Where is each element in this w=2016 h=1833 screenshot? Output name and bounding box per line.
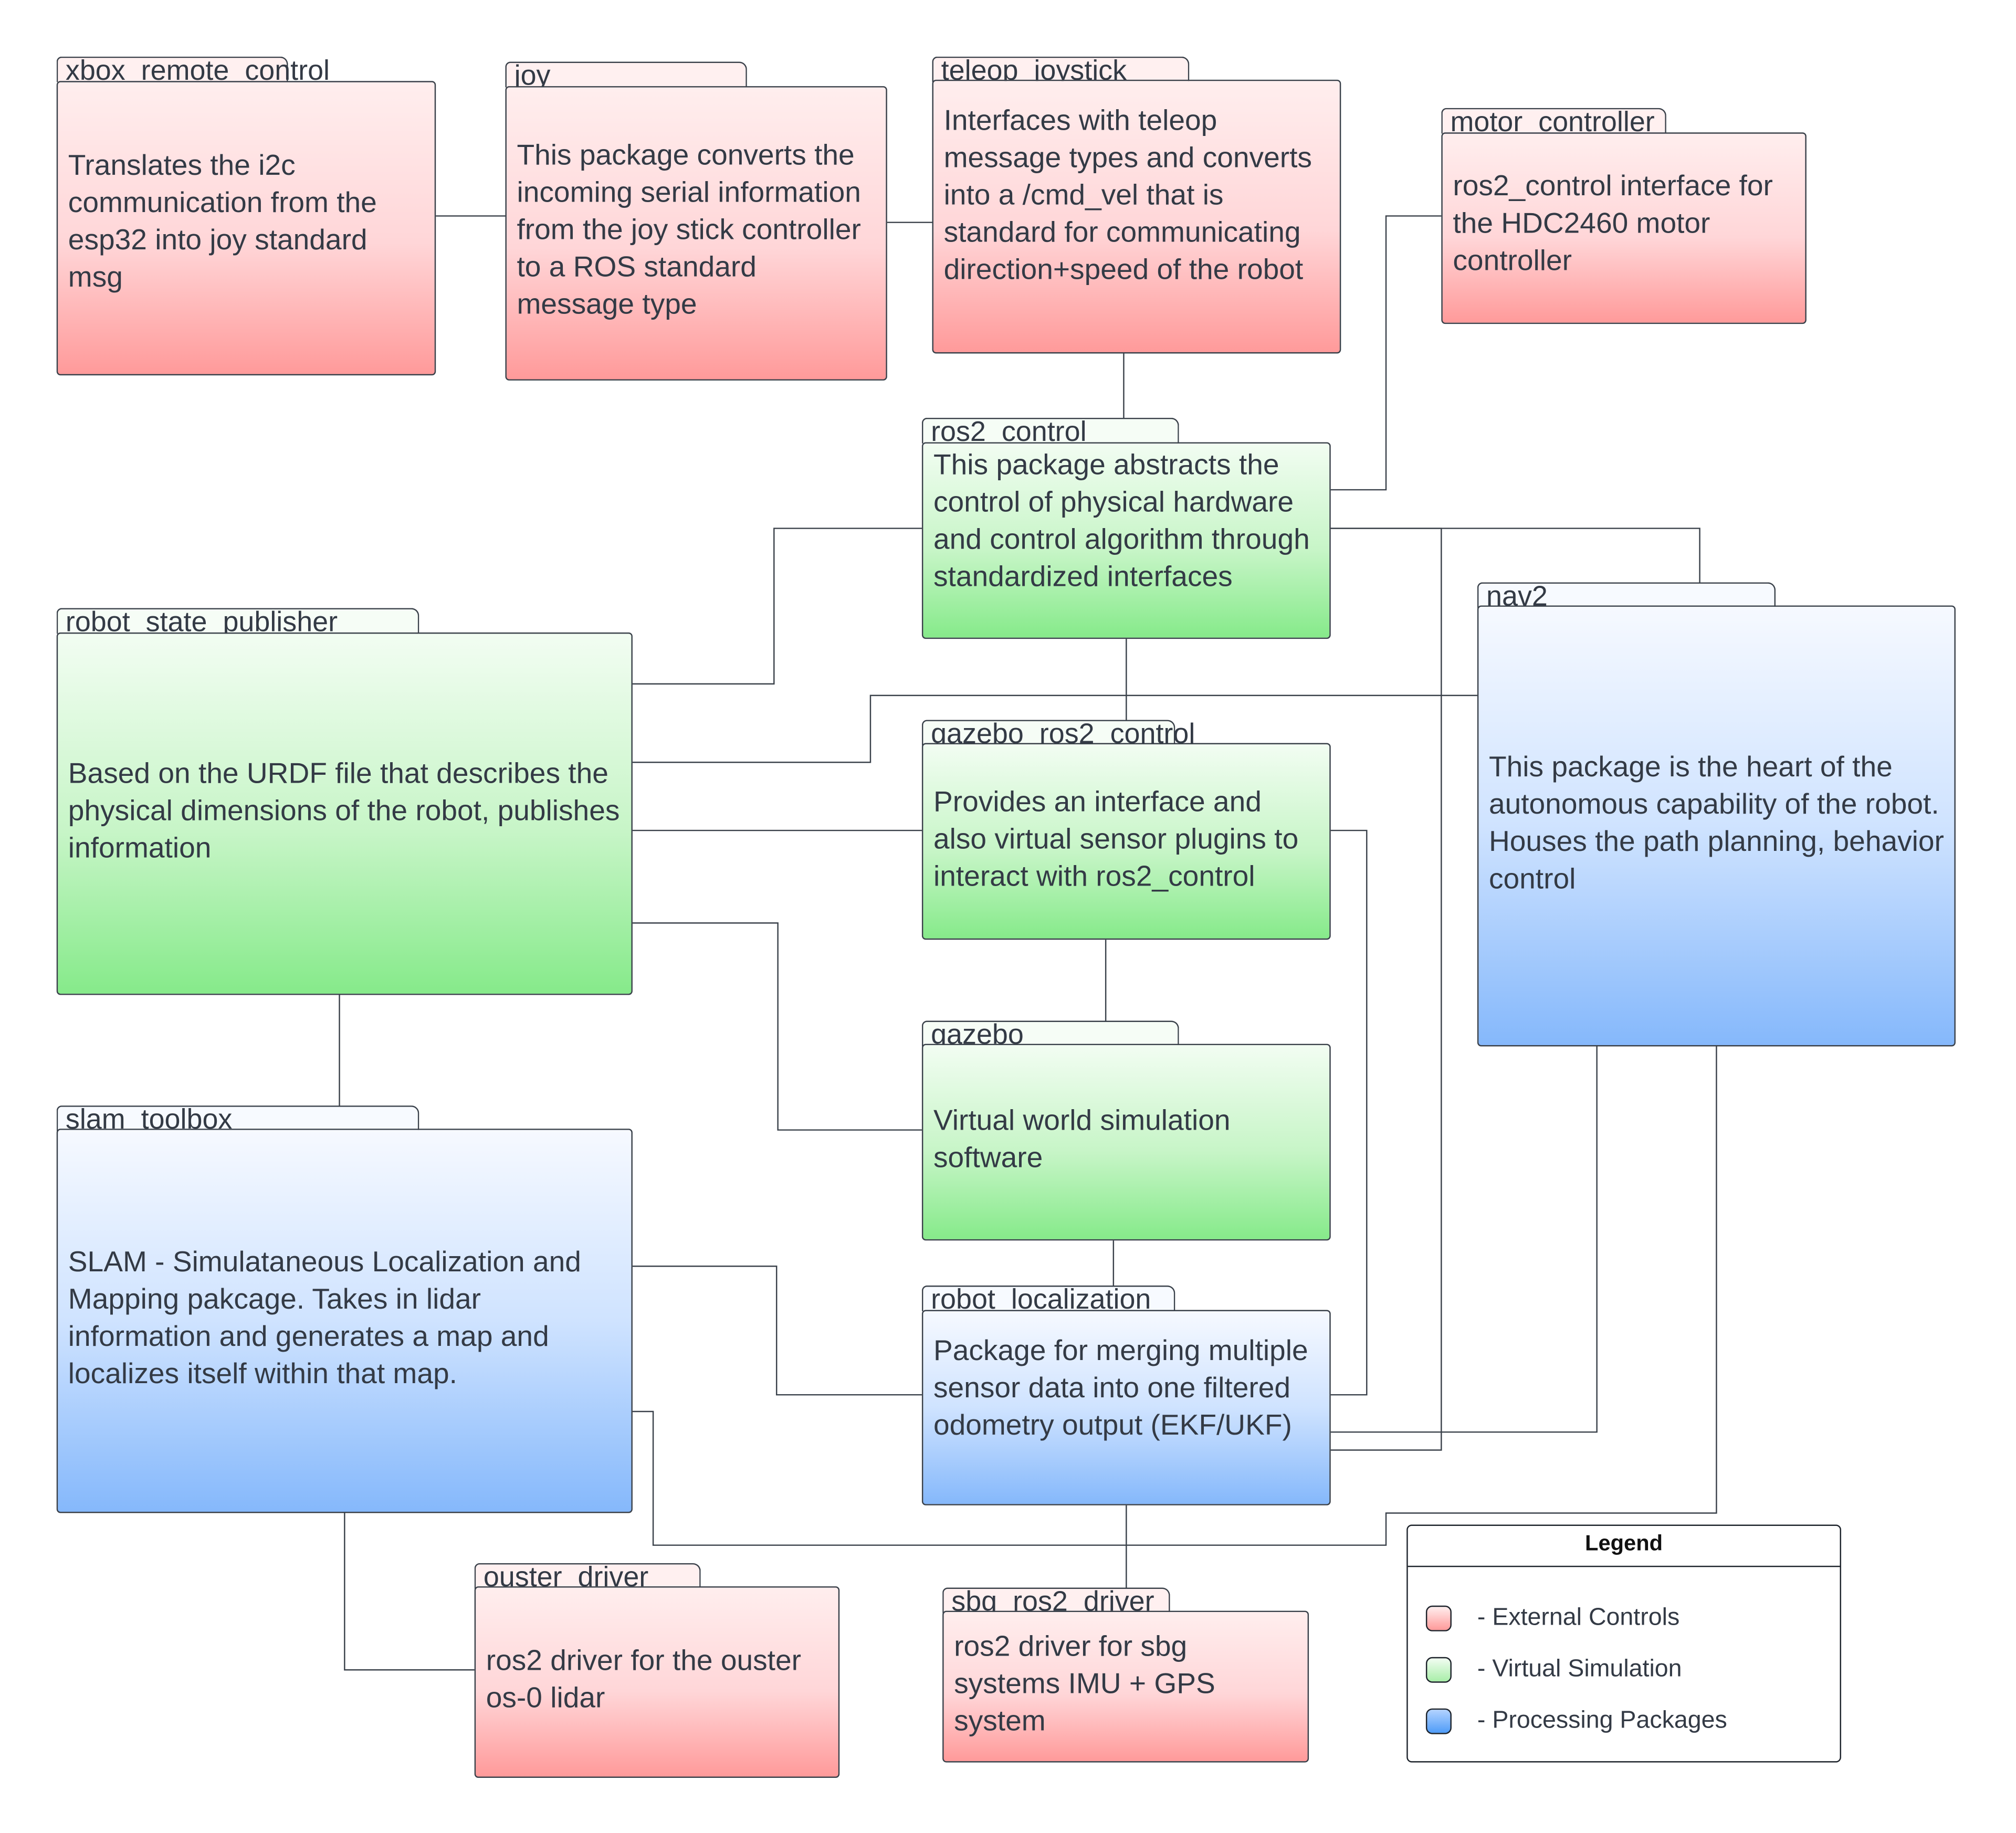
legend-swatch-green [1425, 1657, 1452, 1683]
package-body: This package is the heart of the autonom… [1477, 605, 1956, 1047]
edge-ros2control-rsp [632, 528, 922, 685]
package-description: ros2 driver for the ouster os-0 lidar [486, 1644, 801, 1714]
package-description: This package is the heart of the autonom… [1488, 751, 1944, 895]
package-body: SLAM - Simulataneous Localization and Ma… [56, 1129, 633, 1513]
legend-label: - External Controls [1477, 1604, 1680, 1631]
package-body: ros2 driver for the ouster os-0 lidar [474, 1586, 840, 1778]
package-tab: nav2 [1477, 581, 1776, 611]
package-description: Interfaces with teleop message types and… [943, 104, 1312, 286]
package-teleop-joystick[interactable]: teleop_joystick Interfaces with teleop m… [932, 55, 1341, 354]
package-body: Virtual world simulation software [921, 1044, 1331, 1241]
package-tab: motor_controller [1441, 106, 1666, 137]
package-body: ros2_control interface for the HDC2460 m… [1441, 132, 1807, 324]
package-tab: joy [505, 60, 747, 91]
legend-divider [1408, 1565, 1840, 1567]
package-tab: ouster_driver [474, 1561, 701, 1592]
package-sbg-ros2-driver[interactable]: sbg_ros2_driver ros2 driver for sbg syst… [942, 1586, 1309, 1763]
package-tab: robot_localization [921, 1283, 1175, 1314]
package-description: Package for merging multiple sensor data… [933, 1334, 1308, 1441]
edge-ros2control-motor [1330, 215, 1442, 491]
package-body: Provides an interface and also virtual s… [921, 743, 1331, 940]
package-robot-localization[interactable]: robot_localization Package for merging m… [921, 1283, 1331, 1505]
edge-rsp-gazebo [632, 922, 922, 1131]
package-body: This package converts the incoming seria… [505, 86, 887, 381]
package-robot-state-publisher[interactable]: robot_state_publisher Based on the URDF … [56, 606, 633, 995]
package-description: Based on the URDF file that describes th… [68, 757, 620, 864]
legend-swatch-red [1425, 1605, 1452, 1631]
package-body: ros2 driver for sbg systems IMU + GPS sy… [942, 1610, 1309, 1763]
edge-nav2-localization [1330, 1046, 1598, 1433]
legend: Legend - External Controls - Virtual Sim… [1406, 1524, 1841, 1763]
package-xbox-remote-control[interactable]: xbox_remote_control Translates the i2c c… [56, 55, 436, 376]
package-description: SLAM - Simulataneous Localization and Ma… [68, 1246, 581, 1390]
package-body: Interfaces with teleop message types and… [932, 79, 1341, 354]
package-nav2[interactable]: nav2 This package is the heart of the au… [1477, 581, 1956, 1047]
legend-swatch-blue [1425, 1708, 1452, 1734]
package-tab: teleop_joystick [932, 55, 1190, 86]
package-tab: xbox_remote_control [56, 55, 330, 86]
package-description: ros2 driver for sbg systems IMU + GPS sy… [954, 1630, 1215, 1737]
package-ros2-control[interactable]: ros2_control This package abstracts the … [921, 416, 1331, 639]
package-tab: slam_toolbox [56, 1103, 419, 1134]
package-gazebo-ros2-control[interactable]: gazebo_ros2_control Provides an interfac… [921, 718, 1331, 940]
package-description: Provides an interface and also virtual s… [933, 785, 1299, 892]
package-description: Virtual world simulation software [933, 1104, 1231, 1174]
package-tab: gazebo [921, 1019, 1179, 1050]
package-ouster-driver[interactable]: ouster_driver ros2 driver for the ouster… [474, 1561, 840, 1778]
package-description: This package abstracts the control of ph… [933, 448, 1310, 593]
legend-label: - Processing Packages [1477, 1707, 1727, 1734]
package-gazebo[interactable]: gazebo Virtual world simulation software [921, 1019, 1331, 1241]
edge-gazeboros2-localization [1330, 829, 1368, 1396]
edge-slam-ouster [344, 1513, 475, 1671]
legend-label: - Virtual Simulation [1477, 1656, 1682, 1683]
package-body: This package abstracts the control of ph… [921, 442, 1331, 639]
package-body: Translates the i2c communication from th… [56, 81, 436, 376]
package-tab: sbg_ros2_driver [942, 1586, 1170, 1617]
package-motor-controller[interactable]: motor_controller ros2_control interface … [1441, 106, 1807, 324]
package-description: This package converts the incoming seria… [517, 139, 861, 320]
package-tab: robot_state_publisher [56, 606, 419, 637]
package-tab: ros2_control [921, 416, 1179, 447]
package-joy[interactable]: joy This package converts the incoming s… [505, 60, 887, 381]
package-description: ros2_control interface for the HDC2460 m… [1453, 170, 1773, 277]
package-tab: gazebo_ros2_control [921, 718, 1195, 749]
legend-title: Legend [1585, 1531, 1663, 1556]
package-body: Based on the URDF file that describes th… [56, 632, 633, 995]
package-slam-toolbox[interactable]: slam_toolbox SLAM - Simulataneous Locali… [56, 1103, 633, 1513]
package-body: Package for merging multiple sensor data… [921, 1310, 1331, 1505]
edge-slam-localization [632, 1266, 922, 1396]
diagram-canvas: xbox_remote_control Translates the i2c c… [0, 0, 2016, 1833]
edge-ros2control-localization [1330, 528, 1442, 1451]
package-description: Translates the i2c communication from th… [68, 149, 377, 293]
